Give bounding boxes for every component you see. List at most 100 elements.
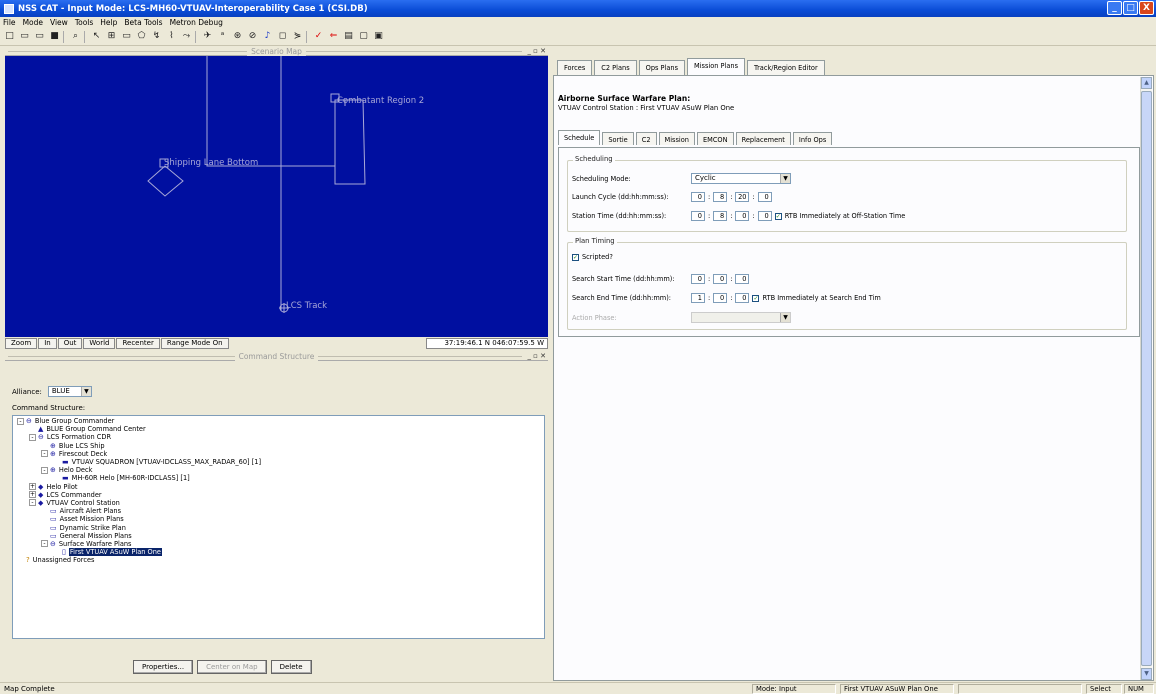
line-tool-icon[interactable]: ♪ <box>261 30 274 43</box>
polygon-icon[interactable]: ⬠ <box>135 30 148 43</box>
tree-node[interactable]: - ⊕ Firescout Deck <box>13 450 544 458</box>
close-button[interactable]: X <box>1139 1 1154 15</box>
launch-minutes-field[interactable]: 20 <box>735 192 750 202</box>
subtab-info-ops[interactable]: Info Ops <box>792 132 833 145</box>
tree-node[interactable]: ▭ General Mission Plans <box>13 532 544 540</box>
rectangle-icon[interactable]: ▭ <box>120 30 133 43</box>
menu-mode[interactable]: Mode <box>23 18 43 27</box>
track-icon[interactable]: ⌇ <box>165 30 178 43</box>
zoom-out-button[interactable]: Out <box>57 338 83 349</box>
collapse-icon[interactable]: - <box>29 499 36 507</box>
subtab-schedule[interactable]: Schedule <box>558 130 601 145</box>
pane-window-buttons[interactable]: _ ▫ ✕ <box>527 352 546 360</box>
tree-node[interactable]: - ⊖ LCS Formation CDR <box>13 433 544 441</box>
collapse-icon[interactable]: - <box>41 466 48 474</box>
zoom-in-button[interactable]: In <box>38 338 57 349</box>
tree-node[interactable]: + ◆ Helo Pilot <box>13 483 544 491</box>
start-hours-field[interactable]: 0 <box>713 274 728 284</box>
scrollbar-thumb[interactable] <box>1141 91 1152 666</box>
tree-node[interactable]: - ◆ VTUAV Control Station <box>13 499 544 507</box>
box-tool-icon[interactable]: ◻ <box>276 30 289 43</box>
menu-help[interactable]: Help <box>100 18 117 27</box>
tree-node[interactable]: ▭ Dynamic Strike Plan <box>13 523 544 532</box>
alliance-select[interactable]: BLUE ▼ <box>47 386 92 397</box>
folder-icon[interactable]: ▭ <box>33 30 46 43</box>
tree-node[interactable]: ? Unassigned Forces <box>13 556 544 564</box>
undo-icon[interactable]: ⇐ <box>327 30 340 43</box>
tree-node[interactable]: ⊕ Blue LCS Ship <box>13 442 544 450</box>
tree-node[interactable]: ▯ First VTUAV ASuW Plan One <box>13 548 544 557</box>
expand-icon[interactable]: + <box>29 483 36 491</box>
minimize-button[interactable]: _ <box>1107 1 1122 15</box>
vertical-scrollbar[interactable]: ▲ ▼ <box>1140 77 1152 680</box>
tab-forces[interactable]: Forces <box>557 60 593 75</box>
tree-node[interactable]: ▬ MH-60R Helo [MH-60R-IDCLASS] [1] <box>13 474 544 482</box>
start-minutes-field[interactable]: 0 <box>735 274 750 284</box>
box-outline-icon[interactable]: ▢ <box>357 30 370 43</box>
tree-node[interactable]: - ⊖ Surface Warfare Plans <box>13 540 544 548</box>
tree-node[interactable]: - ⊕ Helo Deck <box>13 466 544 474</box>
tree-node[interactable]: ▭ Aircraft Alert Plans <box>13 507 544 515</box>
scroll-up-icon[interactable]: ▲ <box>1141 77 1152 89</box>
launch-hours-field[interactable]: 8 <box>713 192 728 202</box>
center-on-map-button[interactable]: Center on Map <box>197 660 267 674</box>
launch-seconds-field[interactable]: 0 <box>757 192 772 202</box>
station-seconds-field[interactable]: 0 <box>757 211 772 221</box>
subtab-replacement[interactable]: Replacement <box>735 132 791 145</box>
subtab-mission[interactable]: Mission <box>658 132 695 145</box>
rtb-search-end-checkbox[interactable]: ✓ <box>752 294 760 302</box>
zoom-icon[interactable]: ⌕ <box>69 30 82 43</box>
range-mode-button[interactable]: Range Mode On <box>160 338 229 349</box>
aircraft-tool-icon[interactable]: ✈ <box>201 30 214 43</box>
station-minutes-field[interactable]: 0 <box>735 211 750 221</box>
grid-icon[interactable]: ⊞ <box>105 30 118 43</box>
pointer-icon[interactable]: ↖ <box>90 30 103 43</box>
subtab-c2[interactable]: C2 <box>635 132 657 145</box>
target-tool-icon[interactable]: ⊛ <box>231 30 244 43</box>
circle-tool-icon[interactable]: ⊘ <box>246 30 259 43</box>
tree-node[interactable]: + ◆ LCS Commander <box>13 491 544 499</box>
end-hours-field[interactable]: 0 <box>713 293 728 303</box>
open-folder-icon[interactable]: ▭ <box>18 30 31 43</box>
collapse-icon[interactable]: - <box>41 450 48 458</box>
scripted-checkbox[interactable]: ✓ <box>572 253 579 261</box>
properties-button[interactable]: Properties... <box>133 660 194 674</box>
layer-icon[interactable]: ▤ <box>342 30 355 43</box>
tree-node[interactable]: ▲ BLUE Group Command Center <box>13 425 544 433</box>
maximize-button[interactable]: □ <box>1123 1 1138 15</box>
world-button[interactable]: World <box>83 338 116 349</box>
delete-button[interactable]: Delete <box>270 660 312 674</box>
station-hours-field[interactable]: 8 <box>713 211 728 221</box>
scenario-map[interactable]: Combatant Region 2 Shipping Lane Bottom … <box>5 56 548 337</box>
action-phase-select[interactable]: ▼ <box>691 312 791 323</box>
station-days-field[interactable]: 0 <box>691 211 705 221</box>
tab-c2-plans[interactable]: C2 Plans <box>594 60 637 75</box>
save-icon[interactable]: ■ <box>48 30 61 43</box>
tab-track-region-editor[interactable]: Track/Region Editor <box>747 60 825 75</box>
collapse-icon[interactable]: - <box>29 433 36 441</box>
menu-tools[interactable]: Tools <box>75 18 93 27</box>
menu-metron-debug[interactable]: Metron Debug <box>170 18 223 27</box>
menu-beta-tools[interactable]: Beta Tools <box>124 18 162 27</box>
command-tree[interactable]: - ⊖ Blue Group Commander ▲ BLUE Group Comman… <box>12 415 545 639</box>
abc-tool-icon[interactable]: ᵃ <box>216 30 229 43</box>
collapse-icon[interactable]: - <box>17 417 24 425</box>
launch-days-field[interactable]: 0 <box>691 192 705 202</box>
scroll-down-icon[interactable]: ▼ <box>1141 668 1152 680</box>
zoom-button[interactable]: Zoom <box>5 338 38 349</box>
subtab-sortie[interactable]: Sortie <box>602 132 634 145</box>
path-icon[interactable]: ↯ <box>150 30 163 43</box>
tab-ops-plans[interactable]: Ops Plans <box>638 60 686 75</box>
collapse-icon[interactable]: - <box>41 540 48 548</box>
tree-node[interactable]: - ⊖ Blue Group Commander <box>13 417 544 425</box>
scheduling-mode-select[interactable]: Cyclic ▼ <box>691 173 791 184</box>
expand-icon[interactable]: + <box>29 491 36 499</box>
pane-window-buttons[interactable]: _ ▫ ✕ <box>527 47 546 55</box>
menu-view[interactable]: View <box>50 18 68 27</box>
subtab-emcon[interactable]: EMCON <box>696 132 734 145</box>
menu-file[interactable]: File <box>3 18 16 27</box>
tree-node[interactable]: ▬ VTUAV SQUADRON [VTUAV-IDCLASS_MAX_RADAR… <box>13 458 544 466</box>
tab-mission-plans[interactable]: Mission Plans <box>687 58 746 75</box>
end-days-field[interactable]: 1 <box>691 293 705 303</box>
route-icon[interactable]: ⤳ <box>180 30 193 43</box>
